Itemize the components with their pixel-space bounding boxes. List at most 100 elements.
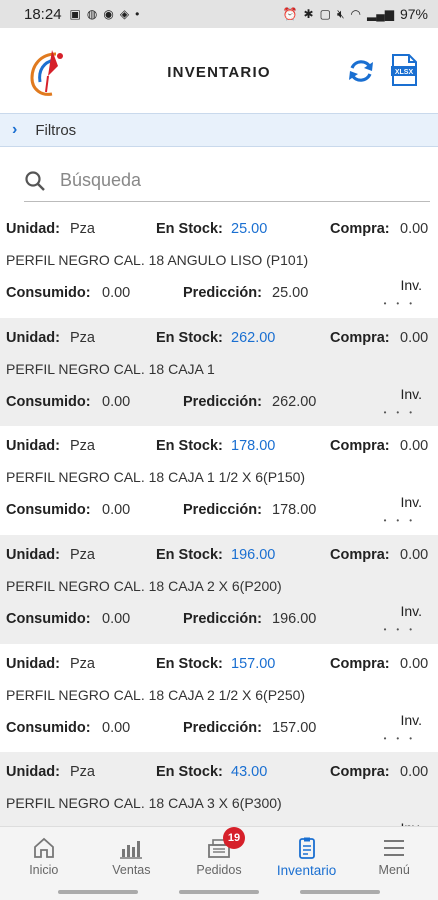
app-header: INVENTARIO XLSX xyxy=(0,28,438,112)
stock-label: En Stock: xyxy=(156,438,223,455)
inventory-item[interactable]: Unidad: Pza En Stock: 178.00 Compra: 0.0… xyxy=(0,426,438,535)
consumido-value: 0.00 xyxy=(102,611,131,628)
dot-icon: • xyxy=(135,7,140,21)
consumido-label: Consumido: xyxy=(6,393,91,410)
consumido-value: 0.00 xyxy=(102,502,131,519)
inv-label[interactable]: Inv. xyxy=(400,712,422,728)
inventory-item[interactable]: Unidad: Pza En Stock: 25.00 Compra: 0.00… xyxy=(0,209,438,318)
inventory-item[interactable]: Unidad: Pza En Stock: 196.00 Compra: 0.0… xyxy=(0,535,438,644)
bottom-nav: Inicio Ventas 19 Pedidos Inventario Menú xyxy=(0,826,438,884)
more-dots-icon[interactable]: ••• xyxy=(384,734,422,743)
battery-percent: 97% xyxy=(399,6,428,22)
unidad-value: Pza xyxy=(70,438,95,455)
unidad-value: Pza xyxy=(70,655,95,672)
product-name: PERFIL NEGRO CAL. 18 ANGULO LISO (P101) xyxy=(6,252,309,268)
stock-value: 157.00 xyxy=(231,655,276,672)
stock-label: En Stock: xyxy=(156,329,223,346)
nav-label: Ventas xyxy=(112,863,151,877)
product-name: PERFIL NEGRO CAL. 18 CAJA 2 X 6(P200) xyxy=(6,578,282,595)
consumido-label: Consumido: xyxy=(6,719,91,736)
nav-label: Inventario xyxy=(276,863,337,878)
mute-icon: 🔇︎ xyxy=(336,6,345,21)
stock-value: 43.00 xyxy=(231,764,268,781)
chart-icon xyxy=(120,841,143,859)
home-icon xyxy=(33,837,54,858)
compra-value: 0.00 xyxy=(400,221,429,237)
export-xlsx-icon[interactable]: XLSX xyxy=(390,54,418,86)
refresh-icon[interactable] xyxy=(346,56,376,86)
unidad-label: Unidad: xyxy=(6,655,60,672)
inventory-item[interactable]: Unidad: Pza En Stock: 157.00 Compra: 0.0… xyxy=(0,644,438,753)
filters-toggle[interactable]: › Filtros xyxy=(0,113,438,147)
inventory-item[interactable]: Unidad: Pza En Stock: 43.00 Compra: 0.00… xyxy=(0,752,438,826)
unidad-value: Pza xyxy=(70,329,95,346)
prediccion-label: Predicción: xyxy=(183,502,262,519)
consumido-value: 0.00 xyxy=(102,719,131,736)
pedidos-badge: 19 xyxy=(222,827,245,849)
search-input[interactable] xyxy=(60,170,390,191)
consumido-label: Consumido: xyxy=(6,611,91,628)
product-name: PERFIL NEGRO CAL. 18 CAJA 1 xyxy=(6,360,215,377)
more-dots-icon[interactable]: ••• xyxy=(384,516,422,525)
alarm-icon: ⏰ xyxy=(282,7,298,21)
clipboard-icon xyxy=(298,837,315,859)
stock-label: En Stock: xyxy=(156,655,223,672)
unidad-label: Unidad: xyxy=(6,764,60,781)
consumido-value: 0.00 xyxy=(102,285,131,301)
unidad-value: Pza xyxy=(70,221,95,237)
nav-label: Inicio xyxy=(29,863,59,877)
unidad-label: Unidad: xyxy=(6,438,60,455)
hamburger-icon xyxy=(384,840,405,856)
compra-value: 0.00 xyxy=(400,329,429,346)
more-dots-icon[interactable]: ••• xyxy=(384,299,422,308)
stock-value: 262.00 xyxy=(231,329,276,346)
compra-label: Compra: xyxy=(330,329,390,346)
nav-inicio[interactable]: Inicio xyxy=(0,827,88,884)
inv-label[interactable]: Inv. xyxy=(400,603,422,619)
lock-icon: ▢ xyxy=(319,7,331,21)
compra-label: Compra: xyxy=(330,438,390,455)
messenger-icon: ◍ xyxy=(86,7,98,21)
consumido-label: Consumido: xyxy=(6,502,91,519)
prediccion-value: 25.00 xyxy=(272,285,309,301)
nav-menu[interactable]: Menú xyxy=(350,827,438,884)
signal-icon: ▂▄▆ xyxy=(367,7,394,21)
compra-value: 0.00 xyxy=(400,764,429,781)
unidad-label: Unidad: xyxy=(6,329,60,346)
inventory-item[interactable]: Unidad: Pza En Stock: 262.00 Compra: 0.0… xyxy=(0,317,438,427)
consumido-label: Consumido: xyxy=(6,285,91,301)
compra-value: 0.00 xyxy=(400,438,429,455)
unidad-value: Pza xyxy=(70,764,95,781)
status-bar: 18:24 ▣ ◍ ◉ ◈ • ⏰ ✱ ▢ 🔇︎ ◠ ▂▄▆ 97% xyxy=(0,0,438,28)
nav-label: Menú xyxy=(378,863,410,877)
inv-label[interactable]: Inv. xyxy=(400,494,422,510)
prediccion-value: 196.00 xyxy=(272,611,317,628)
inv-label[interactable]: Inv. xyxy=(400,277,422,293)
compra-label: Compra: xyxy=(330,764,390,781)
nav-inventario[interactable]: Inventario xyxy=(263,827,351,884)
prediccion-label: Predicción: xyxy=(183,285,262,301)
gesture-pill xyxy=(300,890,380,894)
stock-value: 25.00 xyxy=(231,221,268,237)
stock-label: En Stock: xyxy=(156,547,223,564)
bluetooth-icon: ✱ xyxy=(303,7,314,21)
photo-icon: ▣ xyxy=(69,7,81,21)
inventory-list: Unidad: Pza En Stock: 25.00 Compra: 0.00… xyxy=(0,209,438,826)
nav-ventas[interactable]: Ventas xyxy=(88,827,176,884)
compra-label: Compra: xyxy=(330,655,390,672)
gesture-bar xyxy=(0,884,438,900)
inv-label[interactable]: Inv. xyxy=(400,386,422,402)
wifi-icon: ◠ xyxy=(350,7,361,21)
search-icon xyxy=(25,170,45,191)
more-dots-icon[interactable]: ••• xyxy=(384,408,422,417)
gesture-pill xyxy=(179,890,259,894)
prediccion-value: 157.00 xyxy=(272,719,317,736)
compra-value: 0.00 xyxy=(400,547,429,564)
prediccion-value: 178.00 xyxy=(272,502,317,519)
more-dots-icon[interactable]: ••• xyxy=(384,625,422,634)
product-name: PERFIL NEGRO CAL. 18 CAJA 2 1/2 X 6(P250… xyxy=(6,686,306,703)
nav-pedidos[interactable]: 19 Pedidos xyxy=(175,827,263,884)
filters-label: Filtros xyxy=(35,121,77,139)
stock-value: 178.00 xyxy=(231,438,276,455)
svg-text:XLSX: XLSX xyxy=(395,69,414,76)
